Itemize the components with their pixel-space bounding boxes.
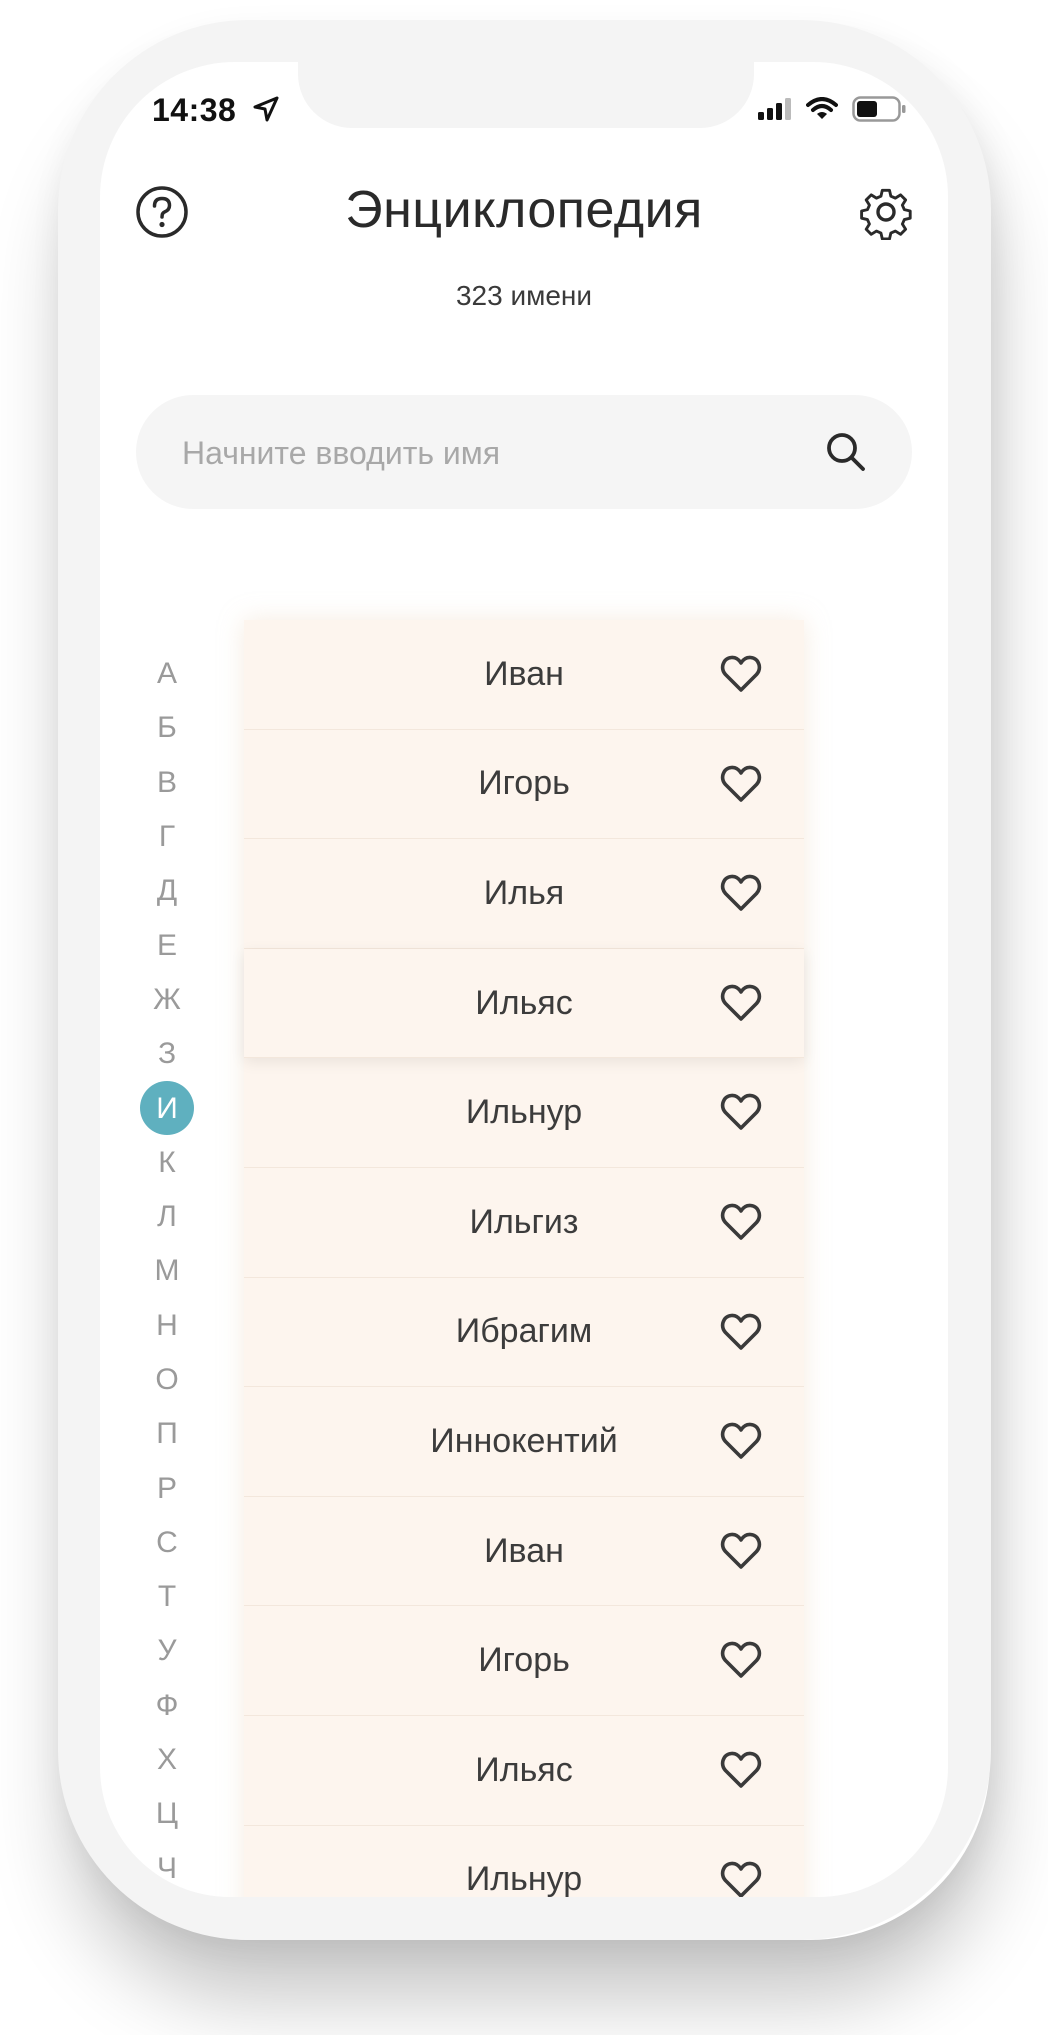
search-icon[interactable]	[824, 430, 868, 474]
alphabet-letter-label: Р	[156, 1471, 177, 1505]
alphabet-letter-label: И	[156, 1091, 178, 1125]
name-label: Ильнур	[465, 1860, 583, 1897]
alphabet-letter[interactable]: О	[140, 1353, 194, 1407]
app-screen: 14:38 Энциклопедия 323 имени Начните вво…	[100, 62, 948, 1897]
alphabet-letter[interactable]: А	[140, 647, 194, 701]
name-list-item[interactable]: Иван	[244, 620, 804, 730]
name-label: Игорь	[478, 764, 570, 803]
names-list: Иван Игорь Илья Ильяс Ильнур Ильгиз Ибрагим Инн…	[244, 620, 804, 1897]
heart-icon[interactable]	[720, 1640, 762, 1680]
name-label: Ильнур	[465, 1093, 583, 1132]
alphabet-letter[interactable]: Т	[140, 1570, 194, 1624]
wifi-icon	[806, 97, 838, 119]
alphabet-letter[interactable]: И	[140, 1081, 194, 1136]
name-label: Иван	[484, 654, 564, 693]
page-title: Энциклопедия	[345, 181, 703, 239]
name-label: Ильгиз	[469, 1202, 579, 1241]
alphabet-letter-label: В	[156, 765, 177, 799]
heart-icon[interactable]	[720, 1312, 762, 1352]
alphabet-letter[interactable]: Е	[140, 918, 194, 972]
alphabet-letter[interactable]: Ж	[140, 973, 194, 1027]
name-list-item[interactable]: Ильяс	[244, 948, 804, 1059]
alphabet-letter[interactable]: Х	[140, 1733, 194, 1787]
alphabet-letter[interactable]: Н	[140, 1299, 194, 1353]
alphabet-letter[interactable]: Ч	[140, 1842, 194, 1896]
heart-icon[interactable]	[720, 1860, 762, 1897]
alphabet-letter-label: У	[157, 1634, 177, 1668]
names-count: 323 имени	[455, 280, 593, 311]
alphabet-letter-label: О	[155, 1363, 179, 1396]
alphabet-letter[interactable]: Д	[140, 864, 194, 918]
alphabet-letter-label: П	[156, 1417, 178, 1451]
heart-icon[interactable]	[720, 654, 762, 694]
alphabet-letter-label: Ц	[155, 1797, 179, 1831]
alphabet-letter[interactable]: Ц	[140, 1787, 194, 1841]
name-label: Иван	[484, 1531, 564, 1570]
alphabet-letter-label: А	[156, 657, 177, 691]
name-list-item[interactable]: Иван	[244, 1497, 804, 1607]
status-time: 14:38	[152, 92, 237, 128]
gear-icon[interactable]	[858, 184, 914, 240]
alphabet-letter[interactable]: В	[140, 756, 194, 810]
name-list-item[interactable]: Иннокентий	[244, 1387, 804, 1497]
alphabet-letter-label: К	[158, 1145, 176, 1179]
alphabet-letter-label: З	[157, 1037, 177, 1071]
name-list-item[interactable]: Ильнур	[244, 1826, 804, 1897]
alphabet-letter-label: Х	[156, 1743, 177, 1777]
name-list-item[interactable]: Илья	[244, 839, 804, 949]
name-label: Ибрагим	[455, 1312, 593, 1351]
alphabet-letter-label: Д	[156, 874, 178, 908]
alphabet-letter[interactable]: З	[140, 1027, 194, 1081]
alphabet-letter-label: Ч	[157, 1851, 177, 1885]
alphabet-letter-label: Б	[157, 711, 177, 745]
name-list-item[interactable]: Ильяс	[244, 1716, 804, 1826]
heart-icon[interactable]	[720, 1750, 762, 1790]
heart-icon[interactable]	[720, 873, 762, 913]
alphabet-letter-label: М	[154, 1254, 180, 1288]
alphabet-letter[interactable]: Р	[140, 1461, 194, 1515]
alphabet-letter[interactable]: Г	[140, 810, 194, 864]
heart-icon[interactable]	[720, 764, 762, 804]
heart-icon[interactable]	[720, 1202, 762, 1242]
heart-icon[interactable]	[720, 1421, 762, 1461]
search-bar	[136, 395, 912, 511]
alphabet-letter-label: Н	[156, 1308, 178, 1342]
name-list-item[interactable]: Ильнур	[244, 1058, 804, 1168]
name-label: Ильяс	[475, 983, 573, 1022]
alphabet-letter-label: Е	[156, 928, 177, 962]
location-arrow-icon	[253, 96, 279, 122]
heart-icon[interactable]	[720, 983, 762, 1023]
alphabet-letter-label: С	[156, 1525, 178, 1559]
name-list-item[interactable]: Ибрагим	[244, 1278, 804, 1388]
name-list-item[interactable]: Ильгиз	[244, 1168, 804, 1278]
alphabet-letter-label: Ж	[153, 982, 181, 1016]
alphabet-letter[interactable]: Л	[140, 1190, 194, 1244]
name-label: Илья	[483, 873, 565, 912]
status-indicators	[758, 96, 906, 122]
alphabet-letter[interactable]: С	[140, 1516, 194, 1570]
search-input[interactable]	[180, 395, 784, 511]
alphabet-letter[interactable]: М	[140, 1244, 194, 1298]
alphabet-letter-label: Ф	[155, 1688, 179, 1722]
signal-icon	[758, 98, 791, 120]
alphabet-index: АБВГДЕЖЗИКЛМНОПРСТУФХЦЧ	[140, 647, 194, 1896]
name-list-item[interactable]: Игорь	[244, 1606, 804, 1716]
heart-icon[interactable]	[720, 1092, 762, 1132]
heart-icon[interactable]	[720, 1531, 762, 1571]
alphabet-letter[interactable]: П	[140, 1407, 194, 1461]
battery-icon	[852, 96, 906, 122]
name-label: Ильяс	[475, 1750, 573, 1789]
alphabet-letter-label: Г	[158, 820, 176, 854]
name-list-item[interactable]: Игорь	[244, 730, 804, 840]
alphabet-letter[interactable]: К	[140, 1136, 194, 1190]
alphabet-letter[interactable]: Б	[140, 701, 194, 755]
name-label: Игорь	[478, 1641, 570, 1680]
notch	[298, 62, 754, 128]
alphabet-letter-label: Т	[157, 1580, 177, 1614]
alphabet-letter[interactable]: У	[140, 1624, 194, 1678]
alphabet-letter-label: Л	[157, 1200, 177, 1234]
name-label: Иннокентий	[430, 1421, 618, 1460]
alphabet-letter[interactable]: Ф	[140, 1679, 194, 1733]
